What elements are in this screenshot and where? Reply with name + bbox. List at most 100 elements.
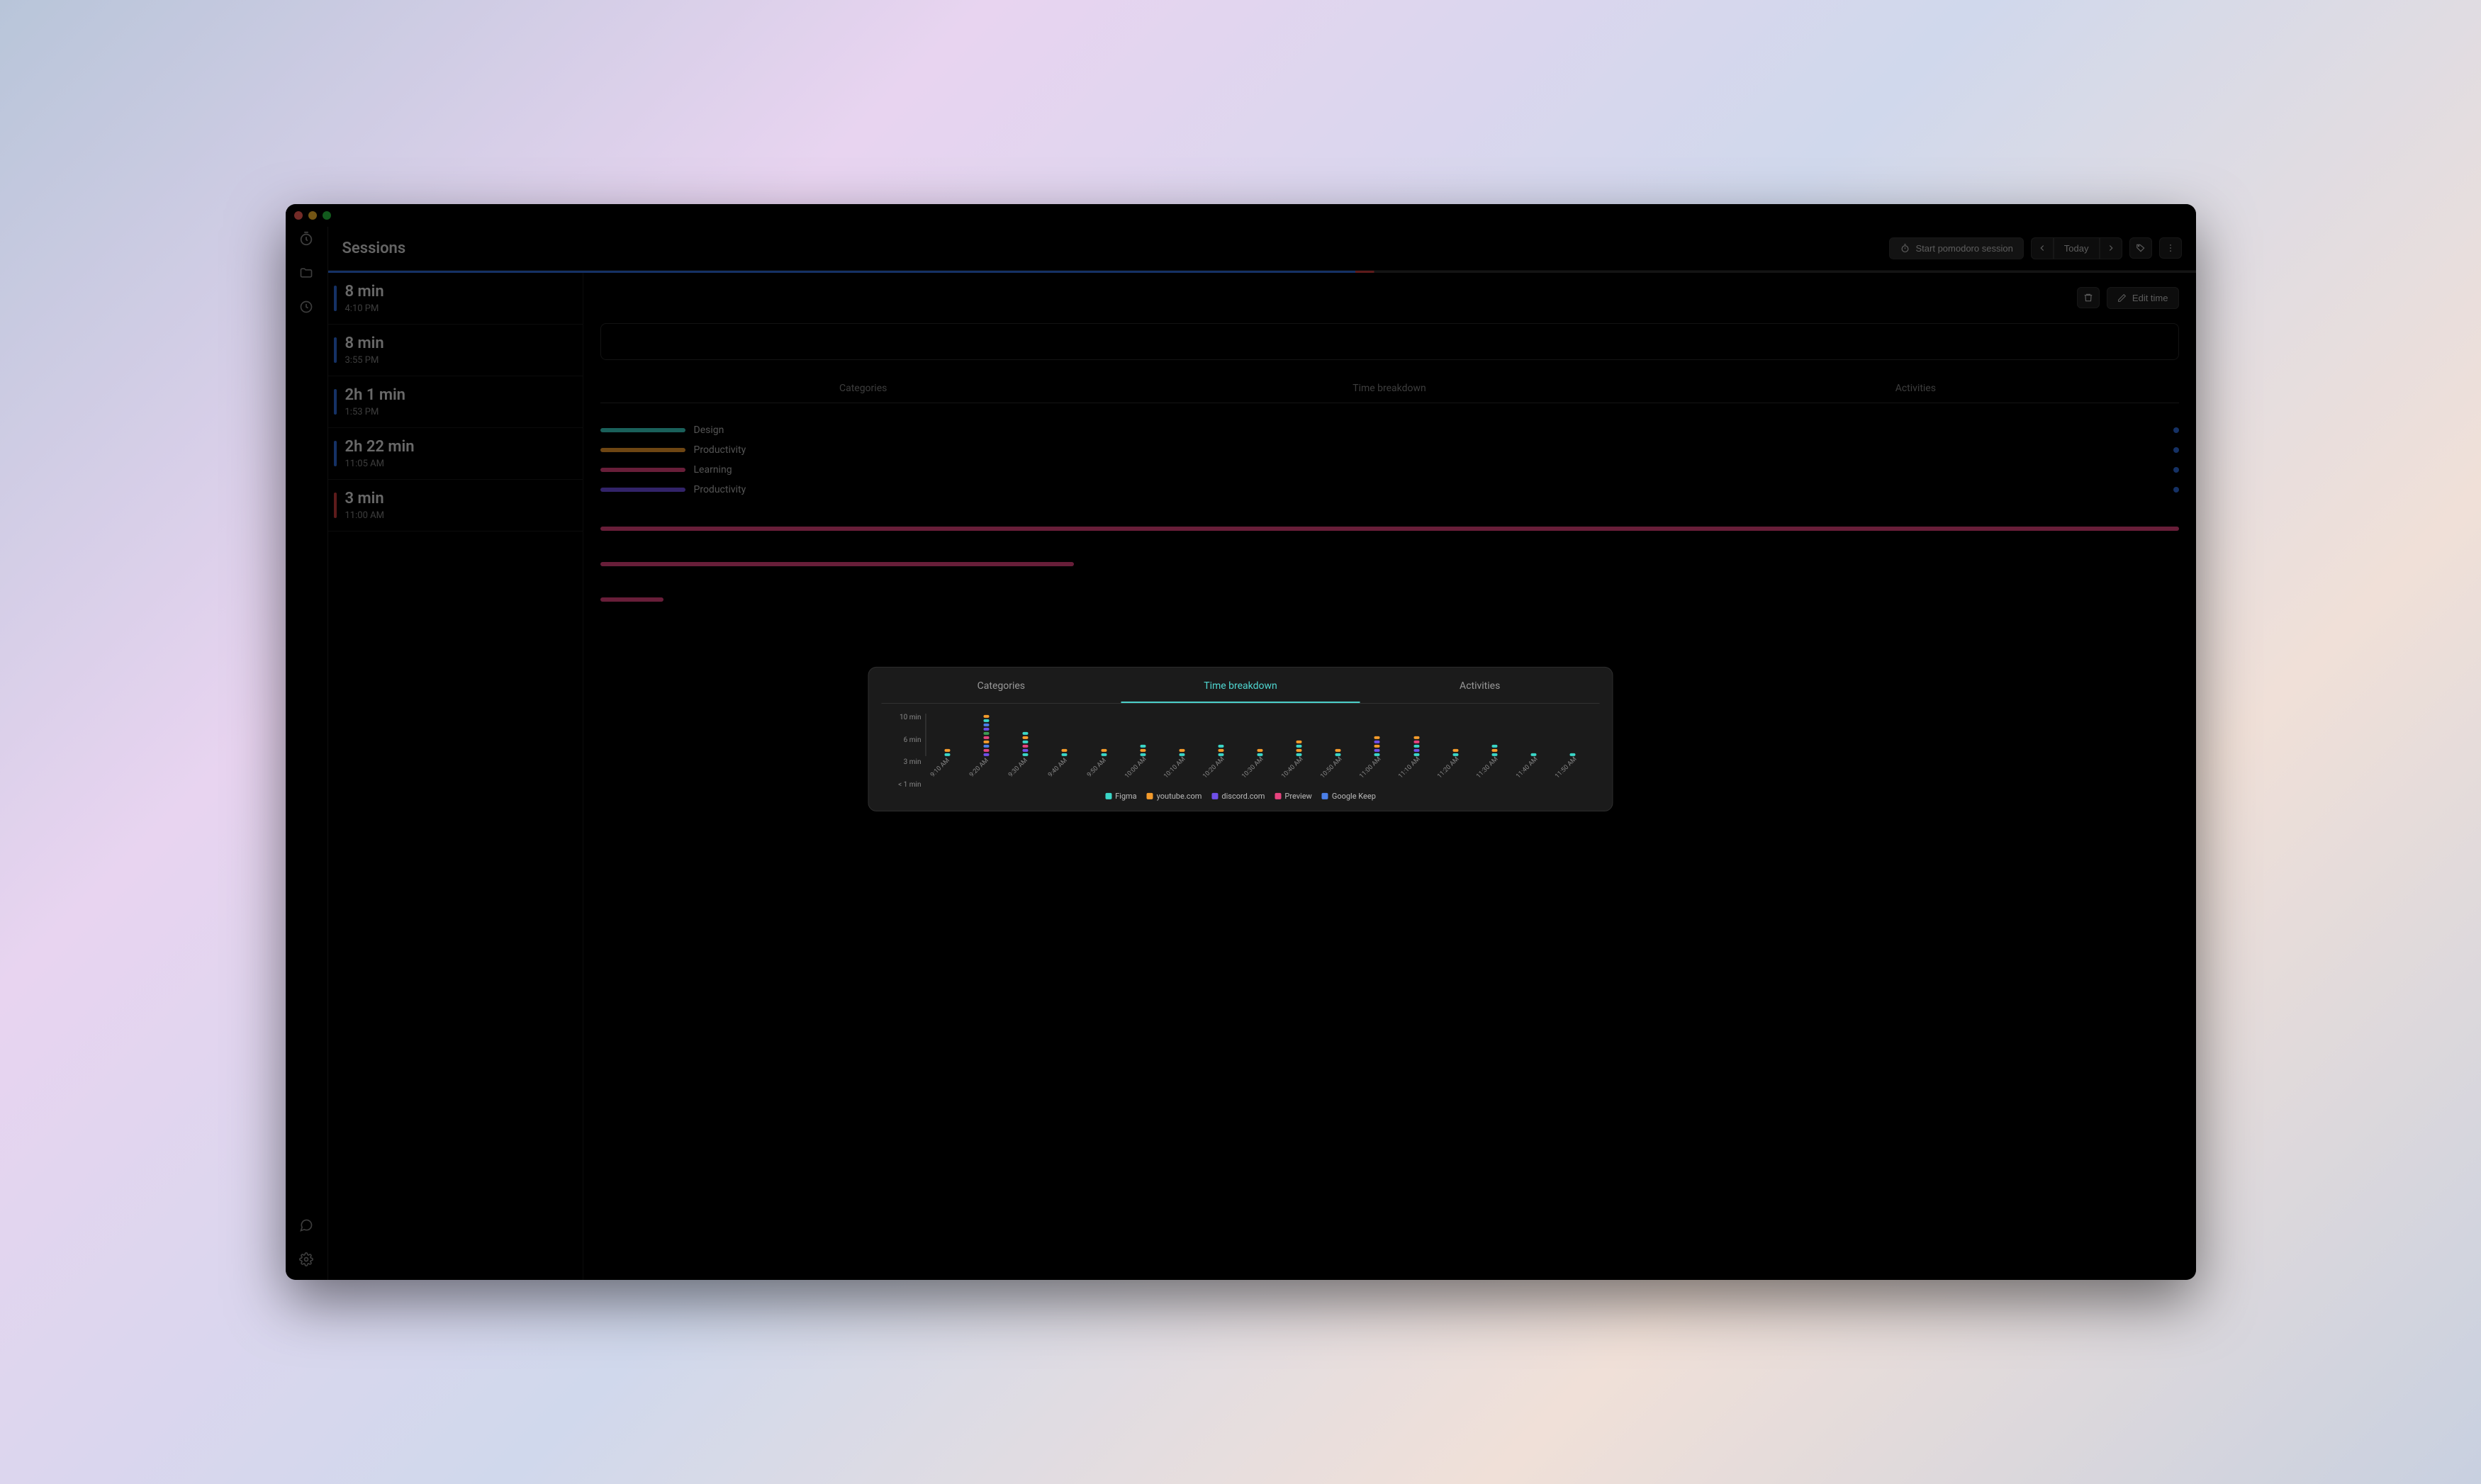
chart-bar[interactable] [1126,743,1160,756]
category-bar [600,468,685,472]
chart-bar-segment [1413,749,1419,752]
prev-day-button[interactable] [2031,237,2054,259]
edit-time-button[interactable]: Edit time [2107,287,2179,309]
category-label: Design [694,425,2165,436]
today-button[interactable]: Today [2054,237,2100,259]
start-pomodoro-button[interactable]: Start pomodoro session [1889,237,2024,259]
chart-bar[interactable] [970,714,1004,756]
session-item[interactable]: 2h 22 min 11:05 AM [328,428,583,480]
y-tick-label: 6 min [904,736,922,744]
history-icon[interactable] [298,299,314,315]
start-pomodoro-label: Start pomodoro session [1916,243,2013,254]
chart-bar-segment [984,736,990,739]
trash-icon [2083,293,2093,303]
settings-icon[interactable] [298,1252,314,1267]
delete-session-button[interactable] [2077,287,2100,308]
chat-icon[interactable] [298,1218,314,1233]
pencil-icon [2117,293,2127,303]
session-duration: 8 min [345,335,569,352]
category-row: Productivity [600,484,2179,495]
chart-bar-segment [1296,741,1302,743]
category-row: Design [600,425,2179,436]
tag-icon [2136,243,2146,253]
session-duration: 8 min [345,283,569,300]
chart-bar-segment [1062,749,1068,752]
legend-item: Figma [1105,792,1137,801]
sidebar [286,227,328,1280]
chart-bar-segment [1023,732,1029,735]
category-progress-bar [600,527,2179,531]
session-notes-input[interactable] [600,323,2179,360]
chart-bar[interactable] [1399,735,1433,756]
detail-tab[interactable]: Time breakdown [1126,374,1652,403]
chart-bar-segment [984,749,990,752]
window-maximize-button[interactable] [323,211,331,220]
chart-bar-segment [1101,749,1107,752]
chart-bar-segment [1023,736,1029,739]
category-dot [2173,487,2179,493]
more-vertical-icon [2166,243,2175,253]
chevron-left-icon [2037,243,2047,253]
chart-bar[interactable] [1477,743,1511,756]
category-label: Productivity [694,484,2165,495]
chevron-right-icon [2106,243,2116,253]
legend-item: youtube.com [1147,792,1202,801]
chart-bar-segment [945,749,951,752]
session-item[interactable]: 8 min 3:55 PM [328,325,583,376]
chart-bar-segment [1335,749,1341,752]
session-duration: 2h 1 min [345,386,569,404]
chart-bar-segment [1491,749,1497,752]
session-item[interactable]: 3 min 11:00 AM [328,480,583,532]
chart-bar-segment [1491,745,1497,748]
chart-bar[interactable] [1360,735,1394,756]
stopwatch-icon [1900,243,1910,254]
chart-bar-segment [984,724,990,726]
window-close-button[interactable] [294,211,303,220]
chart-bar-segment [1413,741,1419,743]
chart-bar-segment [1140,749,1146,752]
tag-button[interactable] [2129,237,2152,259]
y-tick-label: 3 min [904,758,922,766]
chart-bar-segment [984,715,990,718]
session-marker [334,337,337,363]
session-duration: 3 min [345,490,569,507]
chart-bar[interactable] [1009,731,1043,756]
session-timestamp: 11:05 AM [345,459,569,469]
session-item[interactable]: 8 min 4:10 PM [328,273,583,325]
session-item[interactable]: 2h 1 min 1:53 PM [328,376,583,428]
chart-bar-segment [1218,749,1223,752]
session-marker [334,493,337,518]
category-row: Learning [600,464,2179,476]
category-label: Learning [694,464,2165,476]
detail-tab[interactable]: Activities [1652,374,2178,403]
detail-tab[interactable]: Categories [600,374,1126,403]
chart-bar-segment [1374,741,1380,743]
legend-swatch [1275,793,1281,799]
timer-icon[interactable] [298,231,314,247]
chart-bar-segment [1258,749,1263,752]
chart-bar-segment [1374,745,1380,748]
modal-tab[interactable]: Categories [881,670,1121,703]
chart-bar[interactable] [1282,739,1316,756]
chart-bar-segment [1452,749,1458,752]
category-bar [600,428,685,432]
chart-bar-segment [1179,749,1185,752]
modal-tab[interactable]: Activities [1360,670,1600,703]
y-tick-label: 10 min [900,714,921,721]
chart-bar-segment [1296,745,1302,748]
chart-bar-segment [1140,745,1146,748]
chart-bar-segment [984,745,990,748]
next-day-button[interactable] [2100,237,2122,259]
chart-bar-segment [1413,736,1419,739]
window-minimize-button[interactable] [308,211,317,220]
category-progress-bar [600,562,1074,566]
time-breakdown-modal: CategoriesTime breakdownActivities 10 mi… [868,667,1613,811]
chart-bar-segment [984,728,990,731]
category-label: Productivity [694,444,2165,456]
modal-tab[interactable]: Time breakdown [1121,670,1360,703]
chart-bar-segment [1023,745,1029,748]
session-timestamp: 1:53 PM [345,407,569,417]
overflow-menu-button[interactable] [2159,237,2182,259]
folder-icon[interactable] [298,265,314,281]
chart-bar[interactable] [1204,743,1238,756]
